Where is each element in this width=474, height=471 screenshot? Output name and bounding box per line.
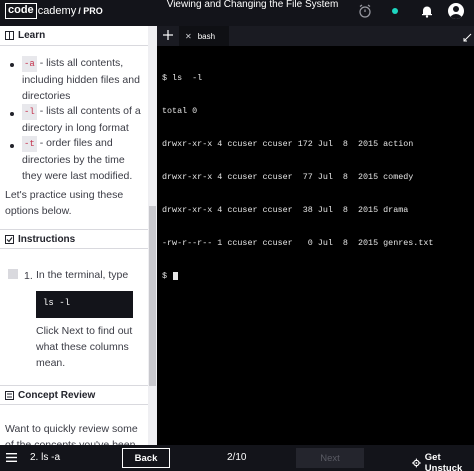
terminal[interactable]: $ ls -l total 0 drwxr-xr-x 4 ccuser ccus…	[157, 46, 474, 445]
concept-review-text: Want to quickly review some of the conce…	[5, 423, 138, 445]
learn-header[interactable]: Learn	[0, 26, 148, 46]
concept-review-label: Concept Review	[18, 389, 96, 401]
logo-code: code	[5, 3, 37, 19]
terminal-line: total 0	[162, 106, 198, 116]
logo-pro: / PRO	[78, 6, 103, 16]
learn-item: -a - lists all contents, including hidde…	[22, 55, 146, 104]
flag-code: -t	[22, 136, 37, 152]
lesson-title: Viewing and Changing the File System	[166, 0, 339, 10]
bell-icon[interactable]	[420, 4, 434, 18]
terminal-cursor	[173, 271, 179, 280]
terminal-prompt-line[interactable]: $	[162, 270, 474, 283]
code-snippet: ls -l	[36, 291, 133, 318]
step-number: 1.	[24, 270, 33, 282]
scrollbar-thumb[interactable]	[149, 206, 156, 386]
plus-icon[interactable]	[162, 28, 176, 42]
flag-code: -a	[22, 56, 37, 72]
avatar[interactable]	[448, 3, 464, 19]
logo-cademy: cademy	[37, 5, 77, 17]
followup-text: Click Next to find out what these column…	[36, 325, 133, 369]
close-icon[interactable]: ✕	[185, 32, 192, 41]
instructions-header-label: Instructions	[18, 233, 76, 245]
gear-icon	[412, 458, 421, 468]
get-unstuck-label: Get Unstuck	[424, 452, 463, 471]
learn-item-text: - lists all contents of a directory in l…	[22, 105, 141, 134]
scrollbar[interactable]	[148, 26, 157, 445]
bullet-icon	[10, 144, 14, 148]
learn-header-label: Learn	[18, 30, 46, 41]
terminal-line: drwxr-xr-x 4 ccuser ccuser 38 Jul 8 2015…	[162, 205, 409, 215]
progress-label: 2/10	[227, 452, 247, 463]
back-button[interactable]: Back	[122, 448, 170, 468]
clock-icon[interactable]	[358, 4, 372, 18]
book-icon	[5, 31, 14, 40]
lightbulb-icon	[5, 390, 14, 400]
terminal-line: drwxr-xr-x 4 ccuser ccuser 77 Jul 8 2015…	[162, 172, 414, 182]
get-unstuck-button[interactable]: Get Unstuck	[412, 452, 474, 471]
avatar-icon	[450, 6, 462, 19]
status-dot-icon	[392, 8, 398, 14]
learn-item: -t - order files and directories by the …	[22, 135, 146, 184]
expand-icon[interactable]	[463, 33, 472, 42]
bottom-bar: 2. ls -a Back 2/10 Next Get Unstuck	[0, 445, 474, 471]
next-button[interactable]: Next	[296, 448, 364, 468]
bullet-icon	[10, 63, 14, 67]
instructions-header[interactable]: Instructions	[0, 229, 148, 249]
step-text: In the terminal, type	[36, 269, 129, 281]
codecademy-logo[interactable]: code cademy / PRO	[5, 2, 103, 20]
lesson-menu-label[interactable]: 2. ls -a	[30, 452, 60, 463]
tab-bash-label: bash	[197, 31, 216, 41]
learn-item-text: - lists all contents, including hidden f…	[22, 57, 140, 102]
flag-code: -l	[22, 104, 37, 120]
learn-item-text: - order files and directories by the tim…	[22, 137, 133, 182]
instructions-panel: Learn -a - lists all contents, including…	[0, 26, 157, 445]
terminal-line: $ ls -l	[162, 73, 203, 83]
concept-review-header[interactable]: Concept Review	[0, 385, 148, 405]
checkbox-icon	[5, 234, 14, 244]
practice-text: Let's practice using these options below…	[5, 189, 124, 217]
terminal-line: drwxr-xr-x 4 ccuser ccuser 172 Jul 8 201…	[162, 139, 414, 149]
learn-item: -l - lists all contents of a directory i…	[22, 103, 146, 136]
terminal-prompt: $	[162, 271, 173, 281]
terminal-line: -rw-r--r-- 1 ccuser ccuser 0 Jul 8 2015 …	[162, 238, 434, 248]
menu-icon[interactable]	[6, 453, 17, 462]
top-bar: code cademy / PRO Viewing and Changing t…	[0, 0, 474, 26]
terminal-tabs: ✕ bash	[157, 26, 474, 46]
tab-bash[interactable]: ✕ bash	[179, 26, 229, 46]
bullet-icon	[10, 112, 14, 116]
task-checkbox	[8, 269, 18, 279]
